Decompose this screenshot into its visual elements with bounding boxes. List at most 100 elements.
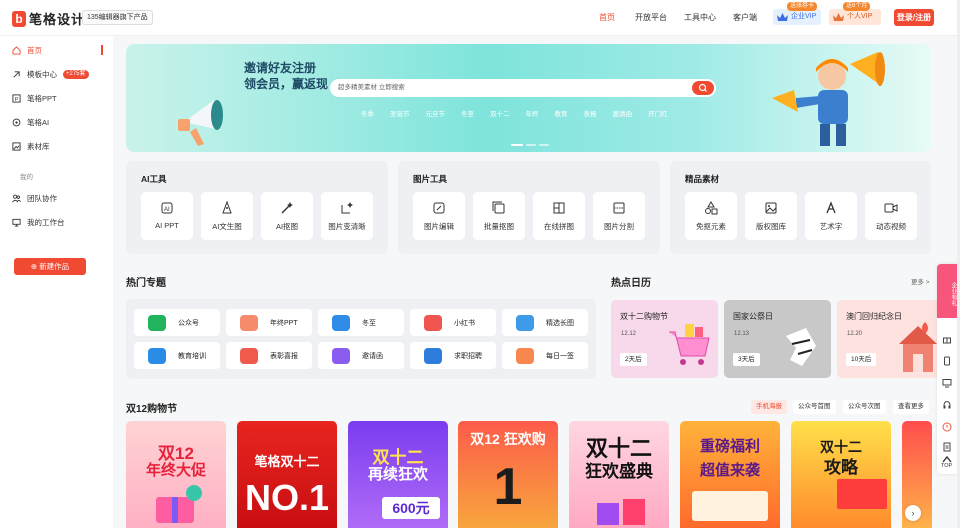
poster-card[interactable]: 双12 狂欢购 1 (458, 421, 558, 528)
hot-keyword[interactable]: 开门红 (648, 108, 668, 118)
nav-tool-center[interactable]: 工具中心 (684, 12, 716, 23)
enterprise-vip-tag: 送张券卡 (787, 2, 818, 11)
poster-card[interactable]: 重磅福利 超值来袭 (680, 421, 780, 528)
topic-winter-solstice[interactable]: 冬至 (318, 309, 404, 336)
tool-image-enhance[interactable]: 图片变清晰 (321, 192, 373, 240)
tool-batch-cutout[interactable]: 批量抠图 (473, 192, 525, 240)
back-to-top-label[interactable]: TOP (941, 463, 952, 469)
svg-text:AI: AI (164, 207, 170, 213)
topic-xiaohongshu[interactable]: 小红书 (410, 309, 496, 336)
building-illustration (899, 322, 937, 372)
shopping-cart-illustration (669, 324, 710, 365)
enterprise-gift-promo[interactable]: 企业有礼 (937, 264, 958, 318)
feedback-icon[interactable] (942, 422, 952, 432)
hot-keyword[interactable]: 冬至 (461, 108, 474, 118)
batch-image-icon (492, 201, 505, 214)
tool-collage[interactable]: 在线拼图 (533, 192, 585, 240)
personal-vip-button[interactable]: 送6个月 个人VIP (829, 2, 881, 25)
search-input[interactable]: 超多精美素材 立即搜索 (330, 79, 716, 97)
hot-keyword[interactable]: 年终 (526, 108, 539, 118)
sidebar-item-assets[interactable]: 素材库 (12, 136, 102, 156)
login-register-button[interactable]: 登录/注册 (894, 9, 934, 26)
carousel-dot[interactable] (526, 144, 536, 146)
topic-year-end-ppt[interactable]: 年终PPT (226, 309, 312, 336)
carousel-dots[interactable] (511, 144, 549, 146)
monitor-icon[interactable] (942, 378, 952, 388)
carousel-dot[interactable] (539, 144, 549, 146)
topic-long-image[interactable]: 精选长图 (502, 309, 588, 336)
tab-view-more[interactable]: 查看更多 (893, 400, 929, 414)
sidebar-item-ai[interactable]: 笔格AI (12, 112, 102, 132)
panel-title: AI工具 (141, 174, 167, 184)
poster-card[interactable]: 笔格双十二 NO.1 (237, 421, 337, 528)
hot-keyword[interactable]: 元旦节 (426, 108, 446, 118)
topic-label: 年终PPT (270, 319, 298, 327)
enterprise-vip-button[interactable]: 送张券卡 企业VIP (773, 2, 821, 25)
carousel-dot[interactable] (511, 144, 523, 146)
nav-home[interactable]: 首页 (599, 12, 615, 23)
poster-headline: 重磅福利 (699, 438, 760, 455)
topic-official-account[interactable]: 公众号 (134, 309, 220, 336)
tool-label: AI抠图 (275, 222, 299, 231)
shopping-section-title: 双12购物节 (126, 404, 178, 415)
gift-illustration (156, 485, 202, 523)
sidebar-item-templates[interactable]: 模板中心 +275套 (12, 64, 102, 84)
hero-banner[interactable]: 邀请好友注册 领会员，赢返现 超多精美素材 立即搜索 冬季 圣诞节 元旦节 冬至… (126, 44, 931, 152)
tool-label: 艺术字 (819, 222, 843, 231)
poster-subline: 再续狂欢 (367, 466, 428, 483)
poster-card[interactable]: 双12 年终大促 (126, 421, 226, 528)
tab-mobile-poster[interactable]: 手机海报 (751, 400, 787, 414)
mobile-icon[interactable] (942, 356, 952, 366)
sidebar-item-home[interactable]: 首页 (12, 40, 103, 60)
tool-motion-video[interactable]: 动态视频 (865, 192, 917, 240)
hot-keyword[interactable]: 表报 (584, 108, 597, 118)
hot-keyword[interactable]: 圣诞节 (390, 108, 410, 118)
tab-account-secondary[interactable]: 公众号次图 (843, 400, 886, 414)
logo-text: 笔格设计 (29, 12, 86, 27)
gift-icon[interactable] (942, 334, 952, 344)
topic-recruitment[interactable]: 求职招聘 (410, 342, 496, 369)
sidebar-item-ppt[interactable]: P 笔格PPT (12, 88, 102, 108)
sidebar-item-team[interactable]: 团队协作 (12, 188, 102, 208)
tool-ai-text-to-image[interactable]: AI文生图 (201, 192, 253, 240)
hot-keyword[interactable]: 冬季 (361, 108, 374, 118)
back-to-top-icon[interactable] (942, 455, 952, 463)
carousel-next-button[interactable]: › (905, 505, 921, 521)
headset-icon[interactable] (942, 400, 952, 410)
calendar-card[interactable]: 双十二购物节 12.12 2天后 (611, 300, 718, 378)
calendar-event-title: 双十二购物节 (620, 312, 668, 321)
search-button[interactable] (692, 81, 714, 95)
poster-card[interactable]: 双十二 再续狂欢 600元 (348, 421, 448, 528)
tool-ai-ppt[interactable]: AI AI PPT (141, 192, 193, 240)
tool-ai-cutout[interactable]: AI抠图 (261, 192, 313, 240)
sidebar-item-label: 素材库 (27, 141, 50, 151)
hot-keyword[interactable]: 双十二 (490, 108, 510, 118)
topic-daily-sign[interactable]: 每日一签 (502, 342, 588, 369)
tool-image-edit[interactable]: 图片编辑 (413, 192, 465, 240)
sidebar-item-workspace[interactable]: 我的工作台 (12, 212, 102, 232)
logo[interactable]: b 笔格设计 (12, 9, 85, 28)
tool-word-art[interactable]: 艺术字 (805, 192, 857, 240)
poster-subline: 攻略 (824, 458, 858, 477)
topic-commendation[interactable]: 表彰喜报 (226, 342, 312, 369)
poster-card[interactable]: 双十二 狂欢盛典 (569, 421, 669, 528)
topic-education[interactable]: 教育培训 (134, 342, 220, 369)
tool-cutout-elements[interactable]: 免抠元素 (685, 192, 737, 240)
document-icon[interactable] (942, 442, 952, 452)
topic-invitation[interactable]: 邀请函 (318, 342, 404, 369)
nav-client[interactable]: 客户端 (733, 12, 757, 23)
calendar-card[interactable]: 国家公祭日 12.13 3天后 (724, 300, 831, 378)
tool-label: 动态视频 (876, 222, 906, 231)
tool-image-split[interactable]: 图片分割 (593, 192, 645, 240)
poster-price: 600元 (382, 497, 440, 519)
hot-keyword[interactable]: 邀请函 (613, 108, 633, 118)
poster-card[interactable]: 双十二 攻略 (791, 421, 891, 528)
create-work-button[interactable]: ⊕ 新建作品 (14, 258, 86, 275)
tool-stock-photos[interactable]: 版权图库 (745, 192, 797, 240)
calendar-card[interactable]: 澳门回归纪念日 12.20 10天后 (837, 300, 944, 378)
tab-account-cover[interactable]: 公众号首图 (793, 400, 836, 414)
hot-keyword[interactable]: 教育 (555, 108, 568, 118)
calendar-more-link[interactable]: 更多 > (911, 276, 930, 286)
nav-open-platform[interactable]: 开放平台 (635, 12, 667, 23)
banner-headline: 邀请好友注册 领会员，赢返现 (244, 60, 328, 92)
